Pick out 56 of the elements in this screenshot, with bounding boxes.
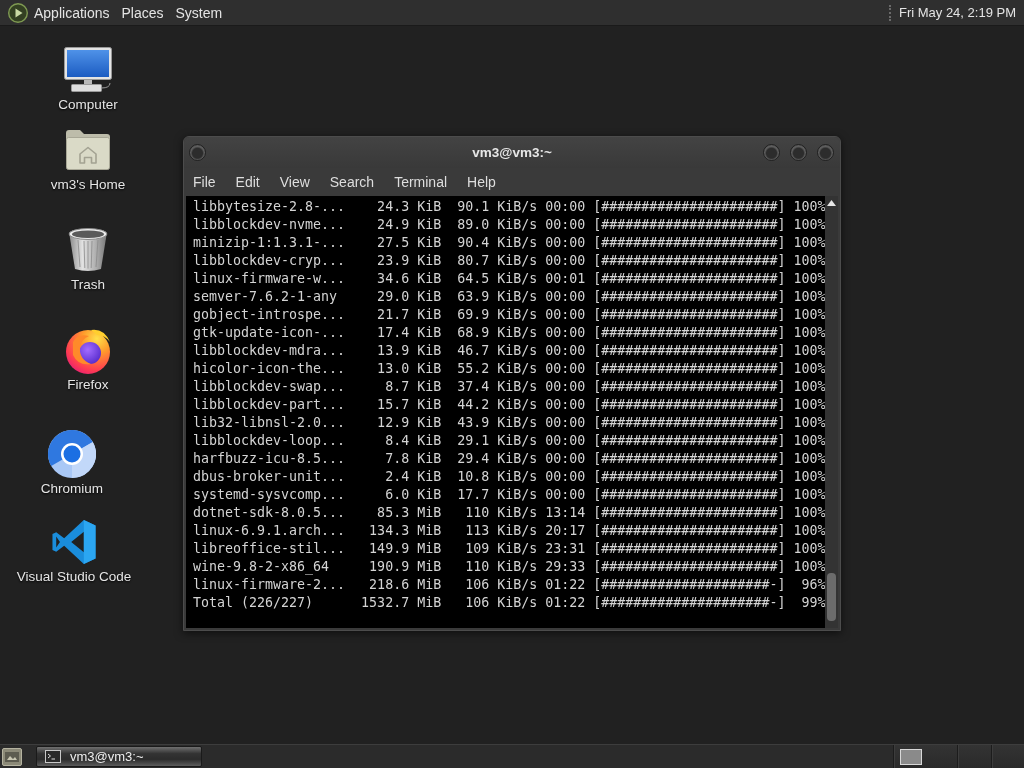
- terminal-line: libblockdev-nvme... 24.9 KiB 89.0 KiB/s 00:00 [######################] 100%: [193, 216, 825, 234]
- window-title: vm3@vm3:~: [472, 145, 552, 160]
- menu-item[interactable]: Edit: [225, 169, 270, 194]
- desktop-icon-label[interactable]: Trash: [71, 277, 105, 293]
- terminal-line: libblockdev-loop... 8.4 KiB 29.1 KiB/s 00:00 [######################] 100%: [193, 432, 825, 450]
- scrollbar-thumb[interactable]: [827, 573, 836, 621]
- terminal-line: libblockdev-part... 15.7 KiB 44.2 KiB/s 00:00 [######################] 100%: [193, 396, 825, 414]
- menu-item[interactable]: Help: [457, 169, 506, 194]
- workspace-cell[interactable]: [957, 745, 991, 768]
- play-circle-icon[interactable]: [8, 2, 28, 23]
- terminal-line: harfbuzz-icu-8.5... 7.8 KiB 29.4 KiB/s 00:00 [######################] 100%: [193, 450, 825, 468]
- panel-menu[interactable]: Places: [115, 1, 170, 24]
- scrollbar-track[interactable]: [825, 196, 838, 628]
- scroll-up-arrow-icon[interactable]: [827, 200, 836, 206]
- menu-item[interactable]: Terminal: [384, 169, 458, 194]
- trash-can-icon[interactable]: [68, 228, 108, 272]
- show-desktop-icon[interactable]: [2, 747, 22, 766]
- terminal-line: libblockdev-mdra... 13.9 KiB 46.7 KiB/s 00:00 [######################] 100%: [193, 342, 825, 360]
- desktop-icon-label[interactable]: Visual Studio Code: [16, 569, 132, 585]
- chromium-icon[interactable]: [48, 430, 96, 478]
- taskbar-window-button[interactable]: vm3@vm3:~: [36, 746, 202, 767]
- window-thumbnail: [900, 748, 922, 765]
- panel-menu[interactable]: Applications: [28, 1, 116, 24]
- desktop-icon-label[interactable]: Firefox: [67, 377, 109, 393]
- terminal-line: semver-7.6.2-1-any 29.0 KiB 63.9 KiB/s 00:00 [######################] 100%: [193, 288, 825, 306]
- menu-item[interactable]: File: [184, 169, 226, 194]
- terminal-line: lib32-libnsl-2.0... 12.9 KiB 43.9 KiB/s 00:00 [######################] 100%: [193, 414, 825, 432]
- home-folder-icon[interactable]: [66, 130, 110, 170]
- terminal-line: linux-firmware-2... 218.6 MiB 106 KiB/s 01:22 [#####################-] 96%: [193, 576, 825, 594]
- terminal-line: gtk-update-icon-... 17.4 KiB 68.9 KiB/s 00:00 [######################] 100%: [193, 324, 825, 342]
- panel-menu[interactable]: System: [169, 1, 229, 24]
- terminal-line: Total (226/227) 1532.7 MiB 106 KiB/s 01:22 [#####################-] 99%: [193, 594, 825, 612]
- workspace-cell[interactable]: [893, 745, 957, 768]
- terminal-line: dotnet-sdk-8.0.5... 85.3 MiB 110 KiB/s 13:14 [######################] 100%: [193, 504, 825, 522]
- terminal-line: libbytesize-2.8-... 24.3 KiB 90.1 KiB/s 00:00 [######################] 100%: [193, 198, 825, 216]
- terminal-line: gobject-introspe... 21.7 KiB 69.9 KiB/s 00:00 [######################] 100%: [193, 306, 825, 324]
- terminal-line: minizip-1:1.3.1-... 27.5 KiB 90.4 KiB/s 00:00 [######################] 100%: [193, 234, 825, 252]
- terminal-line: libblockdev-cryp... 23.9 KiB 80.7 KiB/s 00:00 [######################] 100%: [193, 252, 825, 270]
- terminal-line: linux-firmware-w... 34.6 KiB 64.5 KiB/s 00:01 [######################] 100%: [193, 270, 825, 288]
- terminal-line: dbus-broker-unit... 2.4 KiB 10.8 KiB/s 00:00 [######################] 100%: [193, 468, 825, 486]
- terminal-line: linux-6.9.1.arch... 134.3 MiB 113 KiB/s 20:17 [######################] 100%: [193, 522, 825, 540]
- desktop-icon-label[interactable]: Chromium: [40, 481, 104, 497]
- desktop-icon-label[interactable]: Computer: [58, 97, 118, 113]
- menu-item[interactable]: Search: [319, 169, 385, 194]
- terminal-icon: [45, 750, 61, 763]
- workspace-cell[interactable]: [991, 745, 1024, 768]
- terminal-line: systemd-sysvcomp... 6.0 KiB 17.7 KiB/s 00:00 [######################] 100%: [193, 486, 825, 504]
- terminal-line: libblockdev-swap... 8.7 KiB 37.4 KiB/s 00:00 [######################] 100%: [193, 378, 825, 396]
- computer-monitor-icon[interactable]: [64, 47, 112, 93]
- clock[interactable]: Fri May 24, 2:19 PM: [898, 5, 1016, 20]
- terminal-line: hicolor-icon-the... 13.0 KiB 55.2 KiB/s 00:00 [######################] 100%: [193, 360, 825, 378]
- terminal-line: wine-9.8-2-x86_64 190.9 MiB 110 KiB/s 29:33 [######################] 100%: [193, 558, 825, 576]
- terminal-line: libreoffice-stil... 149.9 MiB 109 KiB/s 23:31 [######################] 100%: [193, 540, 825, 558]
- desktop-icon-label[interactable]: vm3's Home: [50, 177, 126, 193]
- menu-item[interactable]: View: [269, 169, 320, 194]
- vscode-icon[interactable]: [52, 520, 96, 564]
